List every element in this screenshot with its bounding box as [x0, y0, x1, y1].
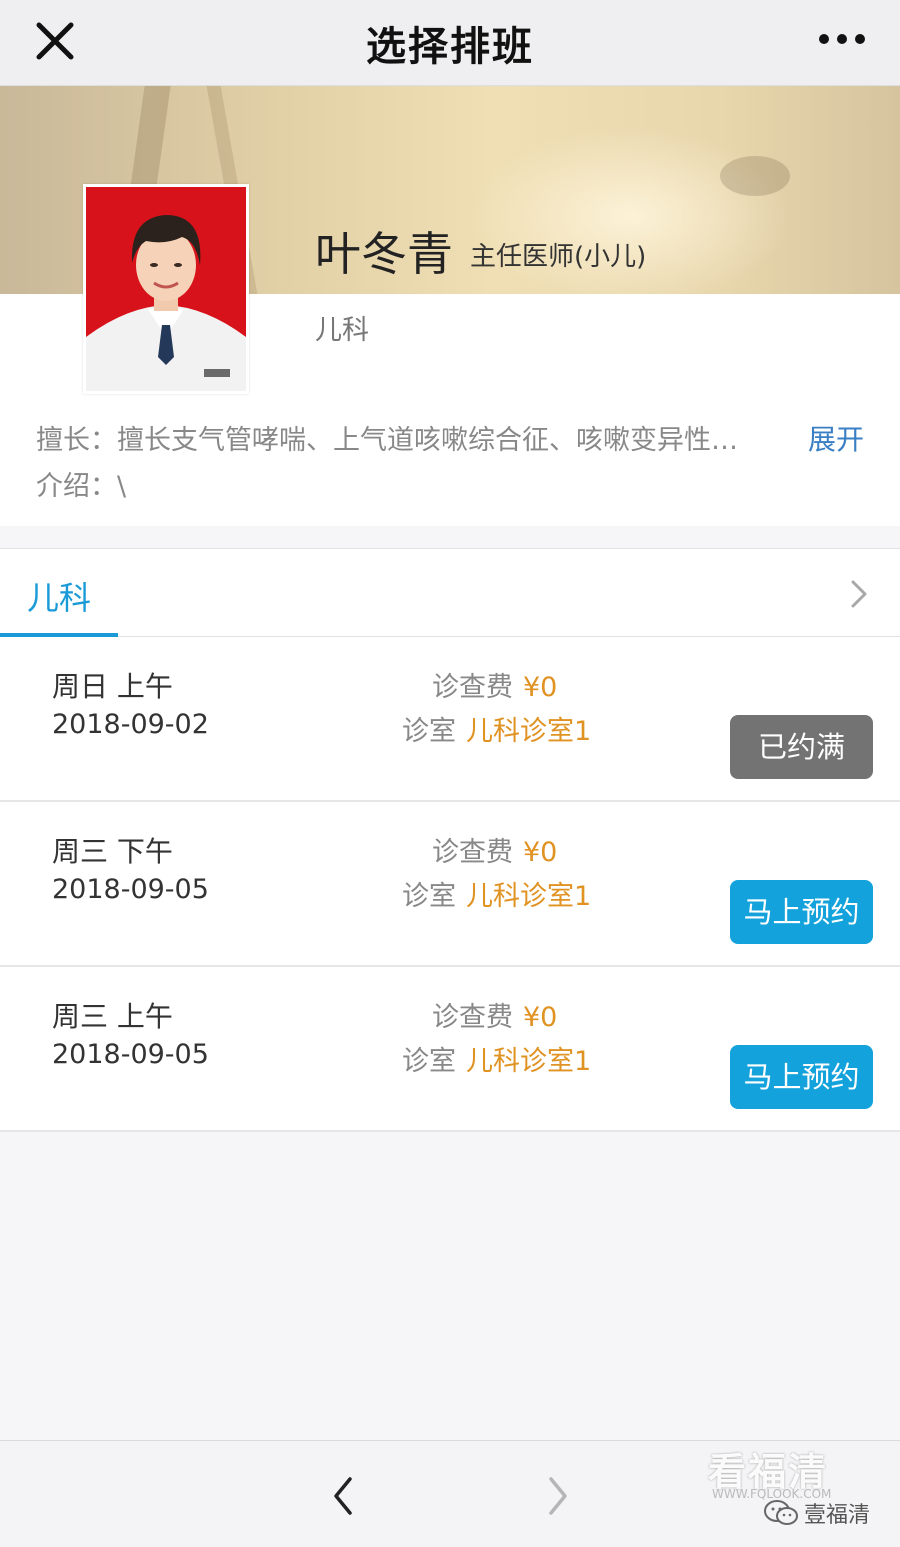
tab-next-button[interactable] [848, 577, 870, 611]
doctor-avatar [83, 184, 249, 394]
more-dots-icon [819, 34, 865, 44]
fee-info: 诊查费 ¥0 [432, 830, 557, 869]
fee-label: 诊查费 [432, 672, 513, 703]
schedule-row: 周三 上午 2018-09-05 诊查费 ¥0 诊室 儿科诊室1 马上预约 [0, 967, 900, 1132]
watermark-account-name: 壹福清 [804, 1503, 871, 1528]
watermark-account: 壹福清 [762, 1497, 870, 1529]
schedule-date: 2018-09-05 [52, 1039, 209, 1070]
back-button[interactable] [330, 1475, 356, 1517]
more-button[interactable] [812, 24, 872, 54]
expand-link[interactable]: 展开 [808, 418, 864, 458]
fee-label: 诊查费 [432, 837, 513, 868]
chevron-right-icon [851, 580, 867, 608]
schedule-row: 周三 下午 2018-09-05 诊查费 ¥0 诊室 儿科诊室1 马上预约 [0, 802, 900, 967]
fully-booked-button[interactable]: 已约满 [730, 715, 873, 779]
department-tab-bar: 儿科 [0, 548, 900, 637]
schedule-time: 周三 下午 [52, 835, 173, 868]
doctor-specialty: 擅长：擅长支气管哮喘、上气道咳嗽综合征、咳嗽变异性… [36, 425, 738, 456]
room-label: 诊室 [402, 1046, 456, 1077]
doctor-department: 儿科 [315, 315, 369, 346]
schedule-date: 2018-09-05 [52, 874, 209, 905]
schedule-time: 周三 上午 [52, 1000, 173, 1033]
room-info: 诊室 儿科诊室1 [402, 709, 591, 748]
room-info: 诊室 儿科诊室1 [402, 874, 591, 913]
fee-value: ¥0 [523, 1002, 558, 1033]
top-nav-bar: 选择排班 [0, 0, 900, 86]
doctor-intro: 介绍：\ [36, 471, 127, 502]
room-value: 儿科诊室1 [466, 1046, 592, 1077]
fee-info: 诊查费 ¥0 [432, 995, 557, 1034]
schedule-row: 周日 上午 2018-09-02 诊查费 ¥0 诊室 儿科诊室1 已约满 [0, 637, 900, 802]
bottom-nav-bar: 看福清 WWW.FQLOOK.COM 壹福清 [0, 1440, 900, 1547]
fee-value: ¥0 [523, 672, 558, 703]
book-now-button[interactable]: 马上预约 [730, 1045, 873, 1109]
book-now-button[interactable]: 马上预约 [730, 880, 873, 944]
room-label: 诊室 [402, 716, 456, 747]
chevron-left-icon [334, 1477, 352, 1515]
schedule-list: 周日 上午 2018-09-02 诊查费 ¥0 诊室 儿科诊室1 已约满 周三 下午… [0, 637, 900, 1132]
room-value: 儿科诊室1 [466, 881, 592, 912]
fee-value: ¥0 [523, 837, 558, 868]
room-label: 诊室 [402, 881, 456, 912]
doctor-title: 主任医师(小儿) [470, 242, 647, 272]
room-value: 儿科诊室1 [466, 716, 592, 747]
fee-label: 诊查费 [432, 1002, 513, 1033]
chevron-right-icon [549, 1477, 567, 1515]
doctor-name: 叶冬青 [315, 227, 453, 281]
forward-button[interactable] [545, 1475, 571, 1517]
room-info: 诊室 儿科诊室1 [402, 1039, 591, 1078]
fee-info: 诊查费 ¥0 [432, 665, 557, 704]
page-title: 选择排班 [366, 24, 534, 70]
schedule-date: 2018-09-02 [52, 709, 209, 740]
tab-department[interactable]: 儿科 [27, 573, 91, 619]
schedule-time: 周日 上午 [52, 670, 173, 703]
